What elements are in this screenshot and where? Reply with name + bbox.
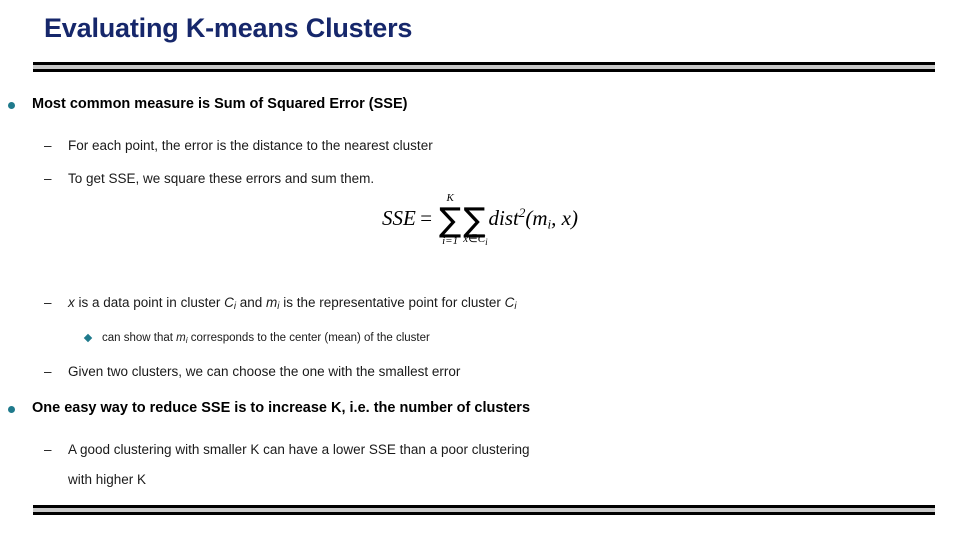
divider-top (33, 62, 935, 72)
bullet-level2-smallest-error-label: Given two clusters, we can choose the on… (68, 363, 461, 379)
slide-canvas: Evaluating K-means Clusters Most common … (0, 0, 960, 540)
dash-bullet-icon: – (44, 363, 52, 379)
bullet-level1-increase-k: One easy way to reduce SSE is to increas… (0, 399, 960, 419)
notation-text-a: is a data point in cluster (74, 294, 225, 310)
formula-arg-x: x (561, 206, 571, 230)
formula-equals: = (418, 206, 433, 230)
summation-outer-lower-limit: i=1 (442, 235, 459, 248)
summation-outer: K ∑ i=1 (439, 193, 462, 247)
inner-limit-c: C (477, 233, 486, 245)
notation-text-c: is the representative point for cluster (279, 294, 505, 310)
notation-text-b: and (236, 294, 267, 310)
var-c2: C (504, 294, 515, 310)
bullet-level1-increase-k-label: One easy way to reduce SSE is to increas… (32, 400, 531, 417)
var-c1: C (224, 294, 234, 310)
bullet-level2-notation: – x is a data point in cluster Ci and mi… (0, 293, 960, 314)
sse-formula-expression: SSE = K ∑ i=1 ∑ x∈Ci dist2(mi, x) (382, 193, 578, 247)
formula-lhs: SSE (382, 206, 416, 230)
bullet-level2-good-clustering-label: A good clustering with smaller K can hav… (68, 441, 530, 457)
bullet-level2-good-clustering: – A good clustering with smaller K can h… (0, 440, 960, 460)
dash-bullet-icon: – (44, 441, 52, 457)
bullet-level2-square-sum: – To get SSE, we square these errors and… (0, 169, 960, 189)
var-c2-sub: i (514, 300, 517, 312)
divider-bottom (33, 505, 935, 515)
formula-comma: , (551, 206, 562, 230)
slide-body: Most common measure is Sum of Squared Er… (0, 95, 960, 490)
diamond-bullet-icon (83, 333, 93, 343)
bullet-level2-square-sum-label: To get SSE, we square these errors and s… (68, 171, 375, 187)
summation-outer-upper-limit: K (446, 192, 454, 204)
summation-inner-lower-limit: x∈Ci (463, 233, 488, 248)
formula-arg-m: m (532, 206, 548, 230)
bullet-level1-sse: Most common measure is Sum of Squared Er… (0, 95, 960, 115)
bullet-level2-error-distance-label: For each point, the error is the distanc… (68, 137, 433, 153)
formula-close-paren: ) (570, 206, 578, 230)
var-m2: m (176, 331, 186, 344)
bullet-level2-notation-label: x is a data point in cluster Ci and mi i… (68, 294, 517, 312)
sigma-icon: ∑ (463, 200, 486, 239)
bullet-level1-sse-label: Most common measure is Sum of Squared Er… (32, 96, 408, 112)
dash-bullet-icon: – (44, 171, 52, 187)
dash-bullet-icon: – (44, 137, 52, 153)
round-bullet-icon (8, 102, 15, 109)
bullet-level2-smallest-error: – Given two clusters, we can choose the … (0, 362, 960, 382)
element-of-icon: ∈ (468, 233, 478, 245)
var-m: m (266, 294, 278, 310)
formula-function: dist (488, 206, 519, 230)
round-bullet-icon (8, 406, 15, 414)
bullet-level3-mean-center: can show that mi corresponds to the cent… (0, 330, 960, 347)
summation-inner: ∑ x∈Ci (463, 200, 487, 247)
var-x: x (68, 294, 75, 310)
dash-bullet-icon: – (44, 294, 52, 310)
sigma-icon: ∑ (439, 200, 462, 239)
page-title: Evaluating K-means Clusters (44, 13, 413, 43)
bullet-level2-good-clustering-continuation: with higher K (68, 472, 147, 488)
bullet-level3-mean-center-label: can show that mi corresponds to the cent… (102, 331, 430, 345)
inner-limit-c-sub: i (485, 237, 488, 248)
bullet-level2-error-distance: – For each point, the error is the dista… (0, 136, 960, 156)
mean-text-a: can show that (102, 331, 177, 344)
sse-formula: SSE = K ∑ i=1 ∑ x∈Ci dist2(mi, x) (0, 193, 960, 247)
mean-text-b: corresponds to the center (mean) of the … (187, 331, 430, 344)
